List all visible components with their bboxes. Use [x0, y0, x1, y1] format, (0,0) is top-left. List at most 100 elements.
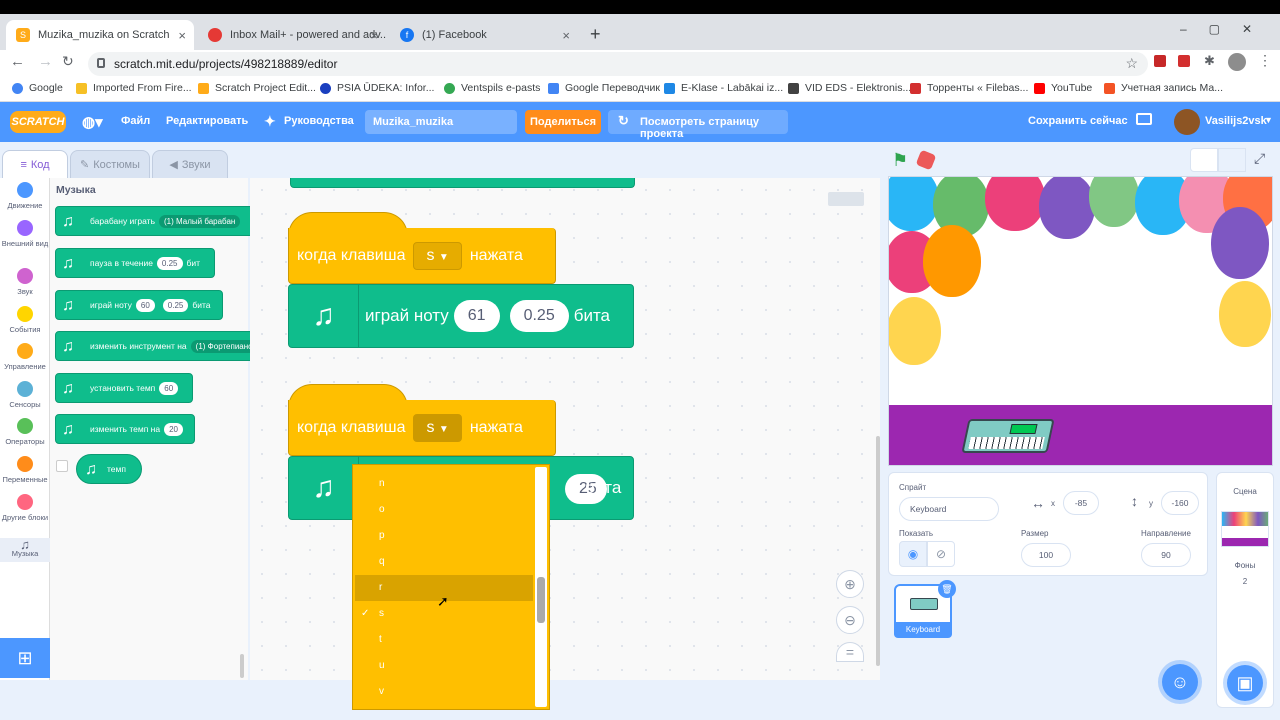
palette-block-tempo-reporter[interactable]: ♫ темп: [76, 454, 142, 484]
category-looks[interactable]: Внешний вид: [0, 220, 50, 248]
sprite-thumbnail-selected[interactable]: Keyboard 🗑: [894, 580, 956, 638]
key-dropdown[interactable]: s ▼: [413, 241, 462, 270]
scratch-logo[interactable]: SCRATCH: [10, 111, 66, 133]
bookmark-item[interactable]: PSIA ŪDEKA: Infor...: [320, 82, 434, 94]
see-project-page-button[interactable]: ↻ Посмотреть страницу проекта: [608, 110, 788, 140]
profile-avatar-icon[interactable]: [1228, 53, 1246, 71]
stop-icon[interactable]: [915, 149, 937, 171]
language-globe-icon[interactable]: ◍▾: [82, 113, 103, 131]
bookmark-item[interactable]: YouTube: [1034, 82, 1092, 94]
menu-dots-icon[interactable]: ⋮: [1258, 52, 1272, 69]
normal-stage-button[interactable]: [1218, 148, 1246, 172]
share-button[interactable]: Поделиться: [525, 110, 601, 134]
dropdown-option[interactable]: t: [355, 627, 533, 653]
my-stuff-folder-icon[interactable]: [1136, 113, 1152, 125]
menu-edit[interactable]: Редактировать: [166, 115, 248, 127]
play-note-block[interactable]: ♫ играй ноту 61 0.25 бита: [288, 284, 634, 348]
zoom-in-button[interactable]: ⊕: [836, 570, 864, 598]
stage[interactable]: [888, 176, 1273, 466]
beats-input[interactable]: 0.25: [509, 300, 569, 332]
y-input[interactable]: -160: [1161, 491, 1199, 515]
dropdown-option[interactable]: p: [355, 523, 533, 549]
zoom-reset-button[interactable]: =: [836, 642, 864, 662]
menu-file[interactable]: Файл: [121, 115, 150, 127]
dropdown-option[interactable]: n: [355, 471, 533, 497]
keyboard-sprite[interactable]: [961, 419, 1055, 453]
show-eye-icon[interactable]: ◉: [899, 541, 927, 567]
category-variables[interactable]: Переменные: [0, 456, 50, 484]
bookmark-item[interactable]: Ventspils e-pasts: [444, 82, 540, 94]
address-bar[interactable]: scratch.mit.edu/projects/498218889/edito…: [88, 52, 1148, 76]
note-input[interactable]: 61: [453, 300, 500, 332]
username[interactable]: Vasilijs2vsk: [1205, 115, 1267, 127]
bookmark-item[interactable]: E-Klase - Labākai iz...: [664, 82, 783, 94]
new-tab-icon[interactable]: +: [590, 24, 601, 45]
sprite-name-input[interactable]: Keyboard: [899, 497, 999, 521]
palette-block-set-tempo[interactable]: ♫ установить темп 60: [55, 373, 193, 403]
palette-block-play-note[interactable]: ♫ играй ноту 60 0.25 бита: [55, 290, 223, 320]
extension-icon[interactable]: [1154, 55, 1166, 67]
bookmark-item[interactable]: Учетная запись Ма...: [1104, 82, 1223, 94]
stage-target-panel[interactable]: Сцена Фоны 2 ▣: [1216, 472, 1274, 708]
canvas-scrollbar[interactable]: [876, 436, 880, 666]
palette-block-play-drum[interactable]: ♫ барабану играть (1) Малый барабан: [55, 206, 255, 236]
category-motion[interactable]: Движение: [0, 182, 50, 210]
dropdown-scrollbar-thumb[interactable]: [537, 577, 545, 623]
add-extension-button[interactable]: ⊞: [0, 638, 50, 678]
choose-backdrop-button[interactable]: ▣: [1227, 665, 1263, 701]
bookmark-item[interactable]: Imported From Fire...: [76, 82, 192, 94]
bookmark-item[interactable]: VID EDS - Elektronis...: [788, 82, 911, 94]
size-input[interactable]: 100: [1021, 543, 1071, 567]
tab-facebook[interactable]: f (1) Facebook ×: [390, 20, 578, 50]
close-tab-icon[interactable]: ×: [370, 28, 378, 43]
bookmark-item[interactable]: Scratch Project Edit...: [198, 82, 316, 94]
category-sound[interactable]: Звук: [0, 268, 50, 296]
reload-icon[interactable]: ↻: [62, 53, 74, 70]
project-title-input[interactable]: Muzika_muzika: [365, 110, 517, 134]
extensions-puzzle-icon[interactable]: ✱: [1204, 53, 1215, 69]
when-key-pressed-block[interactable]: когда клавиша s ▼ нажата: [288, 400, 556, 456]
green-flag-icon[interactable]: ⚑: [892, 150, 908, 171]
dropdown-option[interactable]: q: [355, 549, 533, 575]
offscreen-block[interactable]: [290, 178, 635, 188]
category-control[interactable]: Управление: [0, 343, 50, 371]
choose-sprite-button[interactable]: ☺: [1162, 664, 1198, 700]
bookmark-star-icon[interactable]: ☆: [1125, 55, 1138, 72]
category-my-blocks[interactable]: Другие блоки: [0, 494, 50, 522]
small-stage-button[interactable]: [1190, 148, 1218, 172]
category-sensing[interactable]: Сенсоры: [0, 381, 50, 409]
hide-eye-icon[interactable]: ⊘: [927, 541, 955, 567]
dropdown-option[interactable]: v: [355, 679, 533, 705]
category-events[interactable]: События: [0, 306, 50, 334]
dropdown-option[interactable]: u: [355, 653, 533, 679]
tab-sounds[interactable]: ◀ Звуки: [152, 150, 228, 178]
user-avatar[interactable]: [1174, 109, 1200, 135]
zoom-out-button[interactable]: ⊖: [836, 606, 864, 634]
direction-input[interactable]: 90: [1141, 543, 1191, 567]
menu-tutorials[interactable]: Руководства: [284, 115, 354, 127]
close-tab-icon[interactable]: ×: [562, 28, 570, 43]
stage-thumbnail[interactable]: [1221, 511, 1269, 547]
palette-block-set-instrument[interactable]: ♫ изменить инструмент на (1) Фортепиано: [55, 331, 258, 361]
bookmark-item[interactable]: Google Переводчик: [548, 82, 660, 94]
close-tab-icon[interactable]: ×: [178, 28, 186, 43]
bookmark-item[interactable]: Google: [12, 82, 63, 94]
tempo-monitor-checkbox[interactable]: [56, 460, 68, 472]
palette-scrollbar[interactable]: [240, 654, 244, 678]
chevron-down-icon[interactable]: ▼: [1264, 115, 1273, 125]
when-key-pressed-block[interactable]: когда клавиша s ▼ нажата: [288, 228, 556, 284]
forward-icon[interactable]: →: [38, 53, 53, 70]
tab-code[interactable]: ≡ Код: [2, 150, 68, 178]
save-now-button[interactable]: Сохранить сейчас: [1028, 115, 1128, 127]
category-music[interactable]: ♫ Музыка: [0, 538, 50, 562]
window-controls[interactable]: –▢✕: [1180, 22, 1274, 36]
dropdown-scrollbar-track[interactable]: [535, 467, 547, 707]
tab-inbox[interactable]: Inbox Mail+ - powered and adv... ×: [198, 20, 386, 50]
extension-icon[interactable]: [1178, 55, 1190, 67]
key-dropdown-open[interactable]: s ▼: [413, 413, 462, 442]
script-area[interactable]: когда клавиша s ▼ нажата ♫ играй ноту 61…: [250, 178, 880, 680]
palette-block-rest[interactable]: ♫ паузa в течение 0.25 бит: [55, 248, 215, 278]
bookmark-item[interactable]: Торренты « Filebas...: [910, 82, 1028, 94]
delete-sprite-trash-icon[interactable]: 🗑: [938, 580, 956, 598]
back-icon[interactable]: ←: [10, 53, 25, 70]
